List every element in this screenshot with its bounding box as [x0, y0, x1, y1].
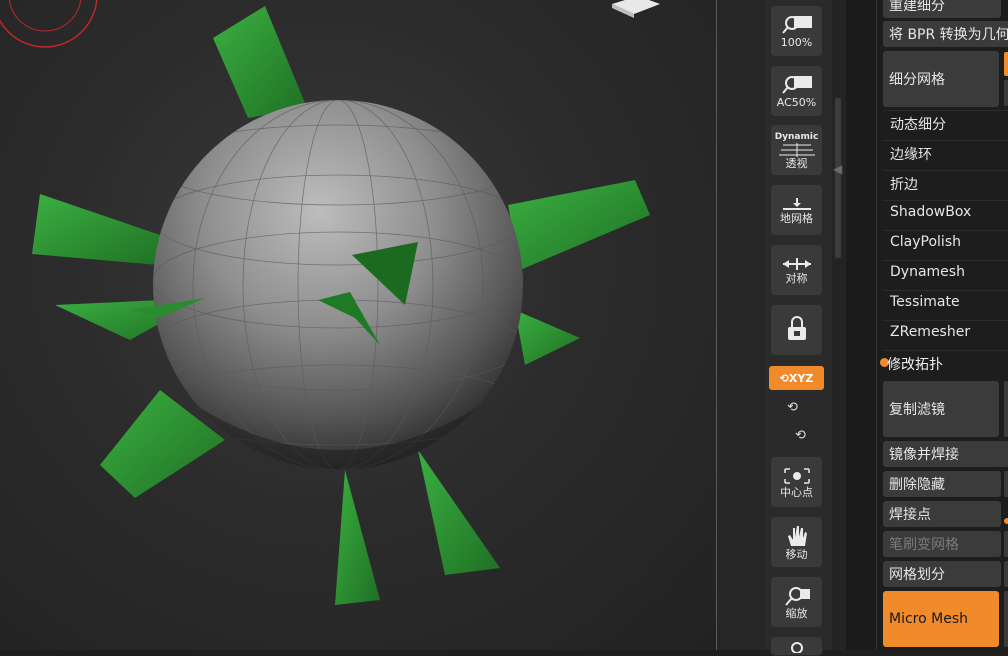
move-label: 移动 — [785, 547, 808, 561]
floor-grid-label: 地网格 — [780, 211, 813, 225]
perspective-button[interactable]: Dynamic 透视 — [770, 124, 823, 176]
geometry-palette: 重建细分 将 BPR 转换为几何 细分网格 动态细分 边缘环 折边 Shadow… — [876, 0, 1008, 650]
lock-camera-button[interactable] — [770, 304, 823, 356]
symmetry-icon — [782, 257, 811, 270]
viewport-canvas[interactable] — [0, 0, 716, 650]
right-toolbar: 100% AC50% Dynamic 透视 地网格 对称 ⟲ XYZ ⟲ ⟲ 中… — [765, 0, 832, 656]
center-point-button[interactable]: 中心点 — [770, 456, 823, 508]
separator — [883, 140, 1008, 141]
tessimate-item[interactable]: Tessimate — [890, 294, 960, 310]
dynamesh-item[interactable]: Dynamesh — [890, 264, 965, 280]
collapse-arrow-icon[interactable]: ◀ — [833, 162, 842, 176]
dynamic-label: Dynamic — [774, 132, 819, 142]
micro-mesh-button[interactable]: Micro Mesh — [883, 591, 999, 647]
separator — [883, 260, 1008, 261]
zoom-ac50-label: AC50% — [776, 95, 817, 109]
shadowbox-item[interactable]: ShadowBox — [890, 204, 971, 220]
subdivide-mesh-button[interactable]: 细分网格 — [883, 51, 999, 107]
side-toggle[interactable] — [1004, 80, 1008, 106]
rebuild-subdiv-button[interactable]: 重建细分 — [883, 0, 1001, 18]
magnifier-icon — [781, 75, 812, 94]
hand-icon — [787, 525, 807, 546]
center-point-icon — [783, 467, 810, 484]
palette-divider — [846, 0, 876, 650]
side-toggle[interactable] — [1004, 471, 1008, 497]
grid-divide-button[interactable]: 网格划分 — [883, 561, 1001, 587]
separator — [883, 230, 1008, 231]
side-toggle[interactable] — [1004, 591, 1008, 647]
zoom-ac50-button[interactable]: AC50% — [770, 65, 823, 117]
symmetry-label: 对称 — [785, 271, 808, 285]
side-toggle[interactable] — [1004, 561, 1008, 587]
rotation-gizmo[interactable] — [0, 0, 98, 48]
zremesher-item[interactable]: ZRemesher — [890, 324, 970, 340]
move-button[interactable]: 移动 — [770, 516, 823, 568]
sphere-mesh — [153, 100, 523, 470]
separator — [883, 320, 1008, 321]
magnifier-icon — [781, 15, 812, 34]
scale-button[interactable]: 缩放 — [770, 576, 823, 628]
brush-to-mesh-button[interactable]: 笔刷变网格 — [883, 531, 1001, 557]
rotate-y-icon[interactable]: ⟲ — [787, 400, 798, 415]
separator — [883, 110, 1008, 111]
viewport-gutter — [717, 0, 765, 650]
rotate-button[interactable] — [770, 636, 823, 656]
separator — [883, 290, 1008, 291]
floor-grid-icon — [782, 197, 811, 210]
zoom-100-label: 100% — [780, 35, 813, 49]
scrollbar-thumb[interactable] — [835, 98, 841, 258]
edge-loop-item[interactable]: 边缘环 — [890, 144, 932, 164]
navigation-cube[interactable] — [612, 0, 660, 14]
symmetry-button[interactable]: 对称 — [770, 244, 823, 296]
center-point-label: 中心点 — [780, 485, 813, 499]
zoom-100-button[interactable]: 100% — [770, 5, 823, 57]
side-toggle[interactable] — [1004, 531, 1008, 557]
copy-filter-button[interactable]: 复制滤镜 — [883, 381, 999, 437]
smooth-toggle[interactable] — [1004, 52, 1008, 76]
toolbar-scrollbar[interactable]: ◀ — [832, 0, 846, 650]
perspective-label: 透视 — [785, 157, 808, 170]
perspective-icon — [778, 143, 815, 157]
scale-label: 缩放 — [785, 606, 808, 620]
side-toggle[interactable] — [1004, 381, 1008, 437]
delete-hidden-button[interactable]: 删除隐藏 — [883, 471, 1001, 497]
claypolish-item[interactable]: ClayPolish — [890, 234, 961, 250]
floor-grid-button[interactable]: 地网格 — [770, 184, 823, 236]
xyz-label: XYZ — [788, 371, 814, 385]
bpr-to-geometry-button[interactable]: 将 BPR 转换为几何 — [883, 21, 1008, 47]
3d-viewport[interactable] — [0, 0, 716, 650]
rotate-z-icon[interactable]: ⟲ — [795, 428, 806, 443]
rotate-icon: ⟲ — [779, 371, 789, 385]
separator — [883, 170, 1008, 171]
separator — [883, 350, 1008, 351]
separator — [883, 200, 1008, 201]
lock-camera-icon — [787, 316, 806, 340]
dynamic-subdiv-item[interactable]: 动态细分 — [890, 114, 946, 134]
weld-points-button[interactable]: 焊接点 — [883, 501, 1001, 527]
indicator-dot — [1004, 518, 1008, 524]
magnifier-icon — [784, 586, 810, 606]
modify-topology-section[interactable]: 修改拓扑 — [887, 354, 943, 374]
mirror-weld-button[interactable]: 镜像并焊接 — [883, 441, 1008, 467]
magnifier-icon — [790, 642, 803, 653]
xyz-rotate-button[interactable]: ⟲ XYZ — [769, 366, 824, 390]
crease-item[interactable]: 折边 — [890, 174, 918, 194]
